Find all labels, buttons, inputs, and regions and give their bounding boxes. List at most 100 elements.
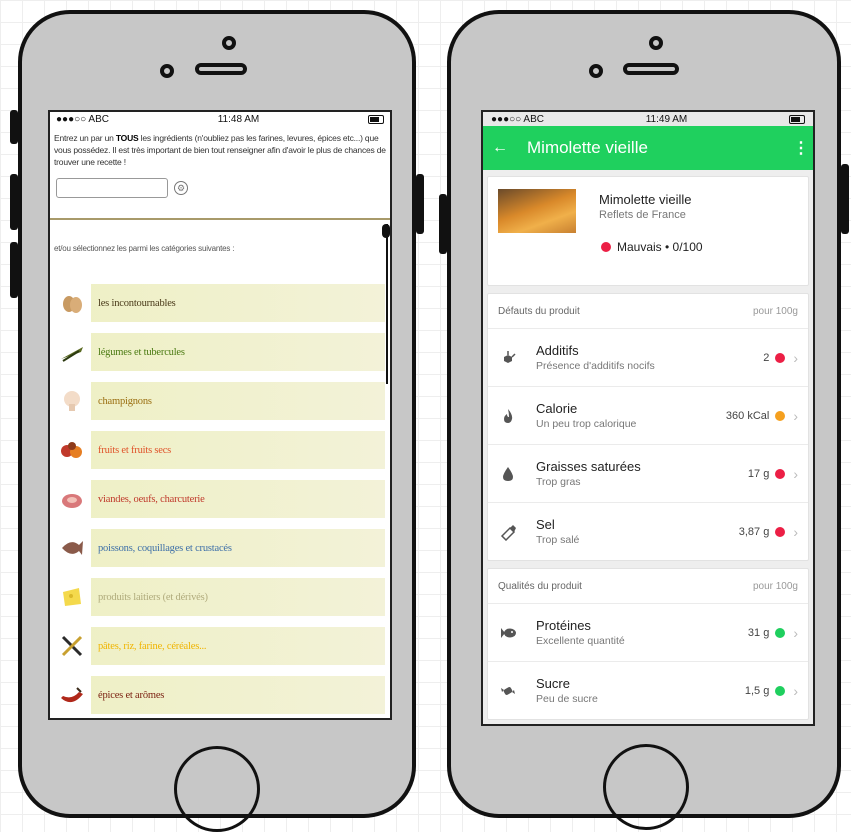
row-value: 360 kCal bbox=[725, 409, 770, 422]
row-subtitle: Trop salé bbox=[536, 534, 580, 546]
row-subtitle: Excellente quantité bbox=[536, 635, 625, 647]
nutrient-row-graisses[interactable]: Graisses saturées Trop gras 17 g › bbox=[488, 445, 808, 503]
product-image bbox=[498, 189, 576, 233]
row-subtitle: Un peu trop calorique bbox=[536, 418, 637, 430]
chevron-right-icon: › bbox=[793, 523, 798, 540]
home-button[interactable] bbox=[603, 744, 689, 830]
category-label: pâtes, riz, farine, céréales... bbox=[98, 640, 207, 652]
category-item[interactable]: légumes et tubercules bbox=[53, 333, 385, 371]
category-list: les incontournables légumes et tubercule… bbox=[53, 284, 385, 718]
more-menu-icon[interactable]: ⋮ bbox=[789, 138, 813, 158]
flame-icon bbox=[488, 407, 528, 425]
row-title: Protéines bbox=[536, 618, 591, 633]
category-item[interactable]: produits laitiers (et dérivés) bbox=[53, 578, 385, 616]
main-content: Mimolette vieille Reflets de France Mauv… bbox=[483, 170, 813, 724]
row-title: Sucre bbox=[536, 676, 570, 691]
status-dot-icon bbox=[775, 468, 786, 479]
category-item[interactable]: pâtes, riz, farine, céréales... bbox=[53, 627, 385, 665]
fruits-icon bbox=[53, 431, 91, 469]
row-title: Graisses saturées bbox=[536, 459, 641, 474]
product-card[interactable]: Mimolette vieille Reflets de France Mauv… bbox=[487, 176, 809, 286]
intro-text: Entrez un par un TOUS les ingrédients (n… bbox=[50, 126, 390, 168]
side-button bbox=[10, 110, 18, 144]
row-value: 31 g bbox=[747, 626, 770, 639]
speaker-icon bbox=[195, 63, 247, 75]
clock-label: 11:48 AM bbox=[217, 113, 260, 125]
home-button[interactable] bbox=[174, 746, 260, 832]
categories-heading: et/ou sélectionnez les parmi les catégor… bbox=[54, 244, 235, 253]
status-dot-icon bbox=[775, 410, 786, 421]
candy-icon bbox=[488, 682, 528, 700]
category-label: les incontournables bbox=[98, 297, 176, 309]
section-unit: pour 100g bbox=[752, 305, 798, 317]
camera-icon bbox=[160, 64, 174, 78]
nutrient-row-sel[interactable]: Sel Trop salé 3,87 g › bbox=[488, 503, 808, 560]
section-unit: pour 100g bbox=[752, 580, 798, 592]
carrier-label: ●●●○○ ABC bbox=[56, 113, 109, 125]
category-label: viandes, oeufs, charcuterie bbox=[98, 493, 205, 505]
carrier-label: ●●●○○ ABC bbox=[491, 113, 544, 125]
scrollbar-thumb[interactable] bbox=[382, 224, 390, 238]
chevron-right-icon: › bbox=[793, 465, 798, 482]
row-title: Calorie bbox=[536, 401, 578, 416]
category-item[interactable]: viandes, oeufs, charcuterie bbox=[53, 480, 385, 518]
clock-label: 11:49 AM bbox=[645, 113, 688, 125]
gear-icon[interactable]: ⚙ bbox=[174, 181, 188, 195]
score-text: Mauvais • 0/100 bbox=[617, 240, 703, 254]
score-dot-icon bbox=[601, 242, 611, 252]
chevron-right-icon: › bbox=[793, 349, 798, 366]
status-dot-icon bbox=[775, 526, 786, 537]
category-label: épices et arômes bbox=[98, 689, 165, 701]
row-subtitle: Peu de sucre bbox=[536, 693, 598, 705]
category-item[interactable]: les incontournables bbox=[53, 284, 385, 322]
eggs-icon bbox=[53, 284, 91, 322]
status-dot-icon bbox=[775, 352, 786, 363]
salt-icon bbox=[488, 523, 528, 541]
category-item[interactable]: épices et arômes bbox=[53, 676, 385, 714]
app-bar: ← Mimolette vieille ⋮ bbox=[483, 126, 813, 170]
camera-icon bbox=[589, 64, 603, 78]
category-item[interactable]: champignons bbox=[53, 382, 385, 420]
intro-bold: TOUS bbox=[115, 133, 139, 143]
camera-icon bbox=[222, 36, 236, 50]
cheese-icon bbox=[53, 578, 91, 616]
defects-section: Défauts du produit pour 100g Additifs Pr… bbox=[487, 293, 809, 561]
screen-right: ●●●○○ ABC 11:49 AM ← Mimolette vieille ⋮… bbox=[481, 110, 815, 726]
scrollbar-track[interactable] bbox=[386, 224, 388, 384]
product-name: Mimolette vieille bbox=[599, 192, 692, 207]
nutrient-row-proteines[interactable]: Protéines Excellente quantité 31 g › bbox=[488, 604, 808, 662]
chevron-right-icon: › bbox=[793, 407, 798, 424]
status-dot-icon bbox=[775, 627, 786, 638]
category-label: poissons, coquillages et crustacés bbox=[98, 542, 232, 554]
section-title: Qualités du produit bbox=[498, 580, 582, 592]
battery-icon bbox=[788, 114, 805, 124]
side-button bbox=[439, 194, 447, 254]
divider bbox=[50, 218, 390, 220]
category-label: produits laitiers (et dérivés) bbox=[98, 591, 208, 603]
category-item[interactable]: poissons, coquillages et crustacés bbox=[53, 529, 385, 567]
pasta-icon bbox=[53, 627, 91, 665]
row-subtitle: Présence d'additifs nocifs bbox=[536, 360, 655, 372]
camera-icon bbox=[649, 36, 663, 50]
back-arrow-icon[interactable]: ← bbox=[483, 139, 517, 157]
row-value: 1,5 g bbox=[744, 684, 770, 697]
section-header: Qualités du produit pour 100g bbox=[488, 569, 808, 604]
ingredient-input[interactable] bbox=[56, 178, 168, 198]
fish-protein-icon bbox=[488, 624, 528, 642]
nutrient-row-sucre[interactable]: Sucre Peu de sucre 1,5 g › bbox=[488, 662, 808, 719]
row-value: 3,87 g bbox=[738, 525, 770, 538]
category-item[interactable]: fruits et fruits secs bbox=[53, 431, 385, 469]
nutrient-row-calorie[interactable]: Calorie Un peu trop calorique 360 kCal › bbox=[488, 387, 808, 445]
category-label: champignons bbox=[98, 395, 152, 407]
phone-frame-left: ●●●○○ ABC 11:48 AM Entrez un par un TOUS… bbox=[10, 10, 424, 832]
ingredient-search-row: ⚙ bbox=[56, 178, 390, 198]
page-title: Mimolette vieille bbox=[527, 138, 648, 157]
row-title: Additifs bbox=[536, 343, 579, 358]
row-subtitle: Trop gras bbox=[536, 476, 581, 488]
section-header: Défauts du produit pour 100g bbox=[488, 294, 808, 329]
spices-icon bbox=[53, 676, 91, 714]
category-label: légumes et tubercules bbox=[98, 346, 185, 358]
battery-icon bbox=[367, 114, 384, 124]
row-value: 2 bbox=[763, 351, 770, 364]
nutrient-row-additifs[interactable]: Additifs Présence d'additifs nocifs 2 › bbox=[488, 329, 808, 387]
